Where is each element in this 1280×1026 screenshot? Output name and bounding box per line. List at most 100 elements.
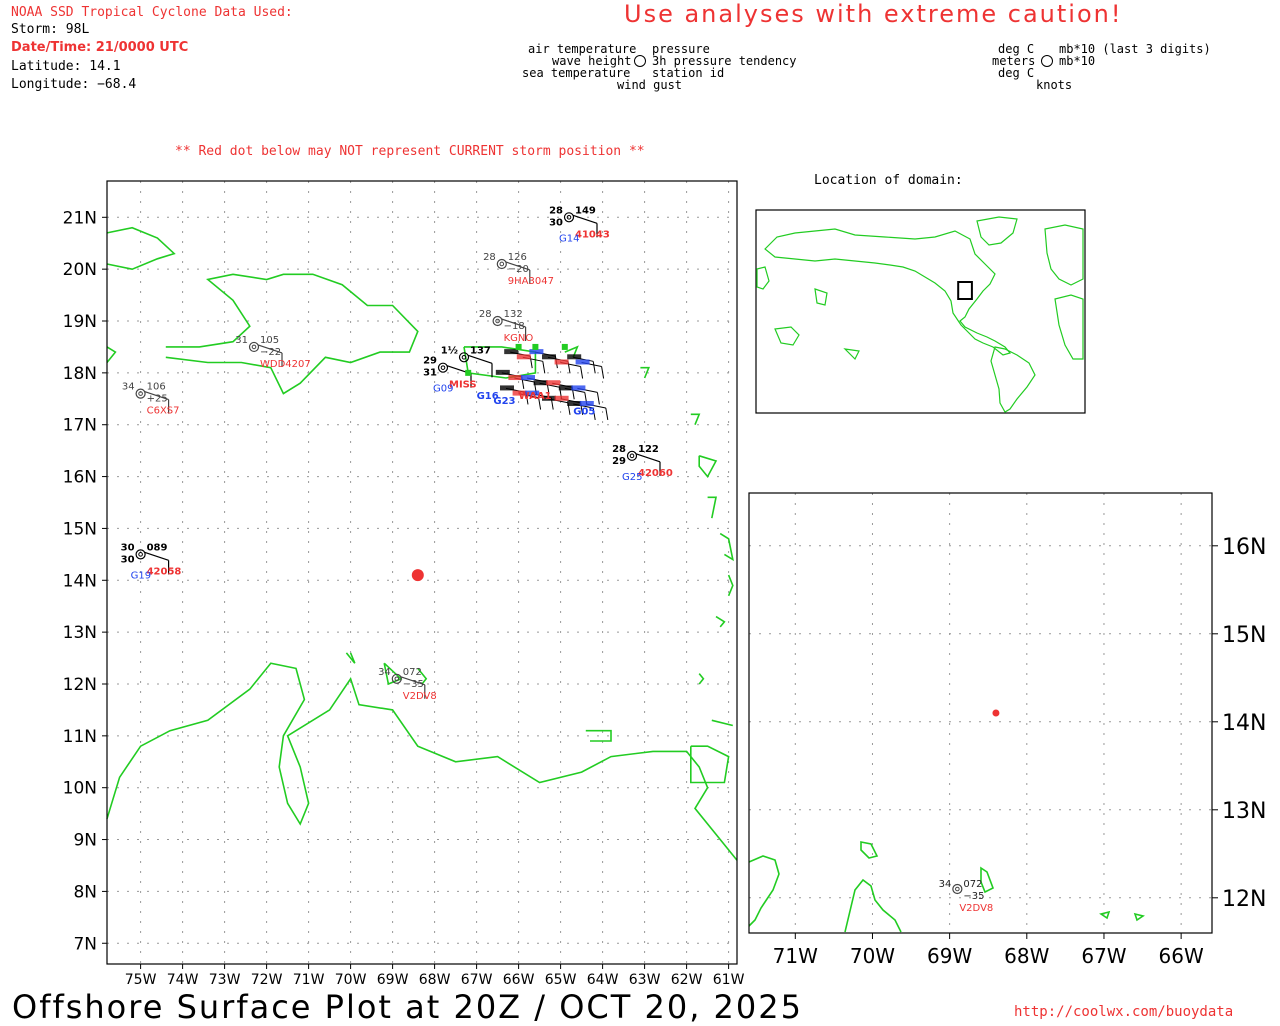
station-air-temp: 1½ (441, 345, 458, 356)
legend-unit-deg-c-sea: deg C (998, 66, 1035, 80)
station-air-temp: 28 (549, 205, 563, 216)
coastline-segment (106, 346, 117, 364)
data-source-title: NOAA SSD Tropical Cyclone Data Used: (11, 5, 293, 20)
cluster-wind-barb-flag (580, 366, 584, 379)
cluster-marker (561, 343, 568, 350)
station-sea-temp: 29 (612, 456, 626, 467)
main-surface-map[interactable]: 283014941043G1428 126−209HA304728 132−18KG… (0, 170, 745, 1000)
legend-unit-knots: knots (1036, 78, 1073, 92)
lon-tick-label: 70W (335, 972, 367, 988)
station-inner-circle (440, 365, 446, 370)
station-pressure: 089 (147, 542, 168, 553)
lon-tick-label: 62W (671, 972, 703, 988)
station-model[interactable]: 31 105−22WDD4207 (235, 335, 310, 370)
cluster-wind-barb-flag (592, 361, 596, 374)
zoom-storm-position-dot[interactable] (992, 709, 1000, 717)
zoom-lat-tick-label: 14N (1222, 711, 1266, 736)
coastline-segment (727, 574, 734, 597)
station-model[interactable]: 2830 149 41043G14 (549, 205, 610, 244)
station-wind-gust: G14 (559, 233, 579, 244)
coastline-segment (711, 719, 733, 727)
zoomed-surface-map[interactable]: 34 072−35V2DV8 16N 15N 14N 13N 12N 71W 70W 69W 6… (745, 490, 1280, 980)
station-pressure: 072 (403, 667, 422, 678)
station-model[interactable]: 2829 122 42060G25 (612, 444, 673, 483)
storm-name: Storm: 98L (11, 22, 90, 37)
lat-tick-label: 21N (63, 208, 97, 228)
cluster-station-label-block (508, 375, 523, 381)
station-model[interactable]: 28 126−209HA3047 (483, 252, 554, 287)
cluster-station-label-block (579, 400, 594, 406)
zoom-lon-tick-label: 69W (927, 944, 972, 968)
zoom-lon-tick-label: 68W (1004, 944, 1049, 968)
lon-tick-label: 71W (293, 972, 325, 988)
lon-tick-label: 64W (587, 972, 619, 988)
station-pressure-tendency: +25 (147, 394, 168, 405)
station-air-temp: 28 (479, 309, 492, 320)
cluster-station-label-block (542, 354, 556, 360)
station-pressure: 105 (260, 335, 279, 346)
cluster-station-label-block (554, 359, 569, 365)
zoom-station-id: V2DV8 (959, 903, 993, 914)
zoom-lat-tick-label: 16N (1222, 535, 1266, 560)
station-circle-icon (496, 258, 507, 270)
coastline-segment (715, 615, 726, 628)
source-url-link[interactable]: http://coolwx.com/buoydata (1014, 1004, 1233, 1020)
station-sea-temp: 30 (549, 217, 563, 228)
station-inner-circle (251, 344, 257, 350)
station-pressure: 132 (504, 309, 523, 320)
station-inner-circle (499, 261, 505, 267)
zoom-map-station-v2dv8: 34 072−35V2DV8 (939, 879, 994, 914)
lon-tick-label: 72W (251, 972, 283, 988)
cluster-station-label-block (521, 375, 535, 381)
coastline-segment (719, 532, 734, 562)
zoom-lat-tick-label: 15N (1222, 623, 1266, 648)
cluster-station-label-block (567, 400, 582, 406)
zoom-lon-tick-label: 67W (1081, 944, 1126, 968)
station-wind-gust: G09 (433, 384, 453, 395)
cluster-label: G05 (573, 406, 595, 417)
lon-tick-label: 75W (125, 972, 157, 988)
station-pressure: 149 (575, 205, 596, 216)
station-id: 42058 (147, 566, 182, 577)
cluster-marker (532, 343, 539, 350)
coastline-segment (707, 496, 717, 519)
station-circle-icon (458, 352, 470, 363)
storm-latitude: Latitude: 14.1 (11, 59, 121, 74)
world-location-inset[interactable] (755, 209, 1087, 415)
wind-barb-icon (467, 354, 493, 364)
lat-tick-label: 11N (63, 727, 97, 747)
cluster-wind-barb-flag (601, 366, 605, 379)
storm-position-dot[interactable] (411, 569, 424, 582)
main-map-lon-labels: 75W 74W 73W 72W 71W 70W 69W 68W 67W 66W 65W 64W 63W 6… (125, 972, 745, 988)
station-id: KGNO (504, 333, 534, 344)
lat-tick-label: 20N (63, 260, 97, 280)
lon-tick-label: 65W (545, 972, 577, 988)
zoom-station-pressure: 072 (963, 879, 982, 890)
zoom-station-inner-circle (955, 886, 960, 892)
cluster-label: WAA1 (519, 391, 552, 402)
station-inner-circle (138, 552, 143, 557)
cluster-wind-barb-flag (542, 361, 546, 374)
station-pressure: 106 (147, 382, 166, 393)
cluster-label: G23 (493, 396, 515, 407)
station-sea-temp: 30 (121, 554, 135, 565)
station-model[interactable]: 34 106+25C6XS7 (122, 382, 180, 417)
station-air-temp: 28 (612, 444, 626, 455)
cluster-station-label-block (495, 369, 510, 375)
zoom-lon-tick-label: 66W (1159, 944, 1204, 968)
zoom-station-circle-icon (952, 883, 963, 895)
zoom-lat-tick-label: 12N (1222, 887, 1266, 912)
station-air-temp: 30 (121, 542, 135, 553)
station-air-temp: 28 (483, 252, 496, 263)
station-id: V2DV8 (403, 691, 437, 702)
lon-tick-label: 73W (209, 972, 241, 988)
lon-tick-label: 61W (713, 972, 745, 988)
station-model[interactable]: 28 132−18KGNO (479, 309, 534, 344)
zoom-lat-tick-label: 13N (1222, 799, 1266, 824)
lon-tick-label: 63W (629, 972, 661, 988)
station-model[interactable]: 3030 089 42058G19 (121, 542, 182, 581)
coastline-segment (698, 673, 705, 685)
plot-title: Offshore Surface Plot at 20Z / OCT 20, 2… (12, 988, 803, 1026)
cluster-station-label-block (546, 380, 561, 386)
cluster-station-label-block (533, 380, 548, 386)
